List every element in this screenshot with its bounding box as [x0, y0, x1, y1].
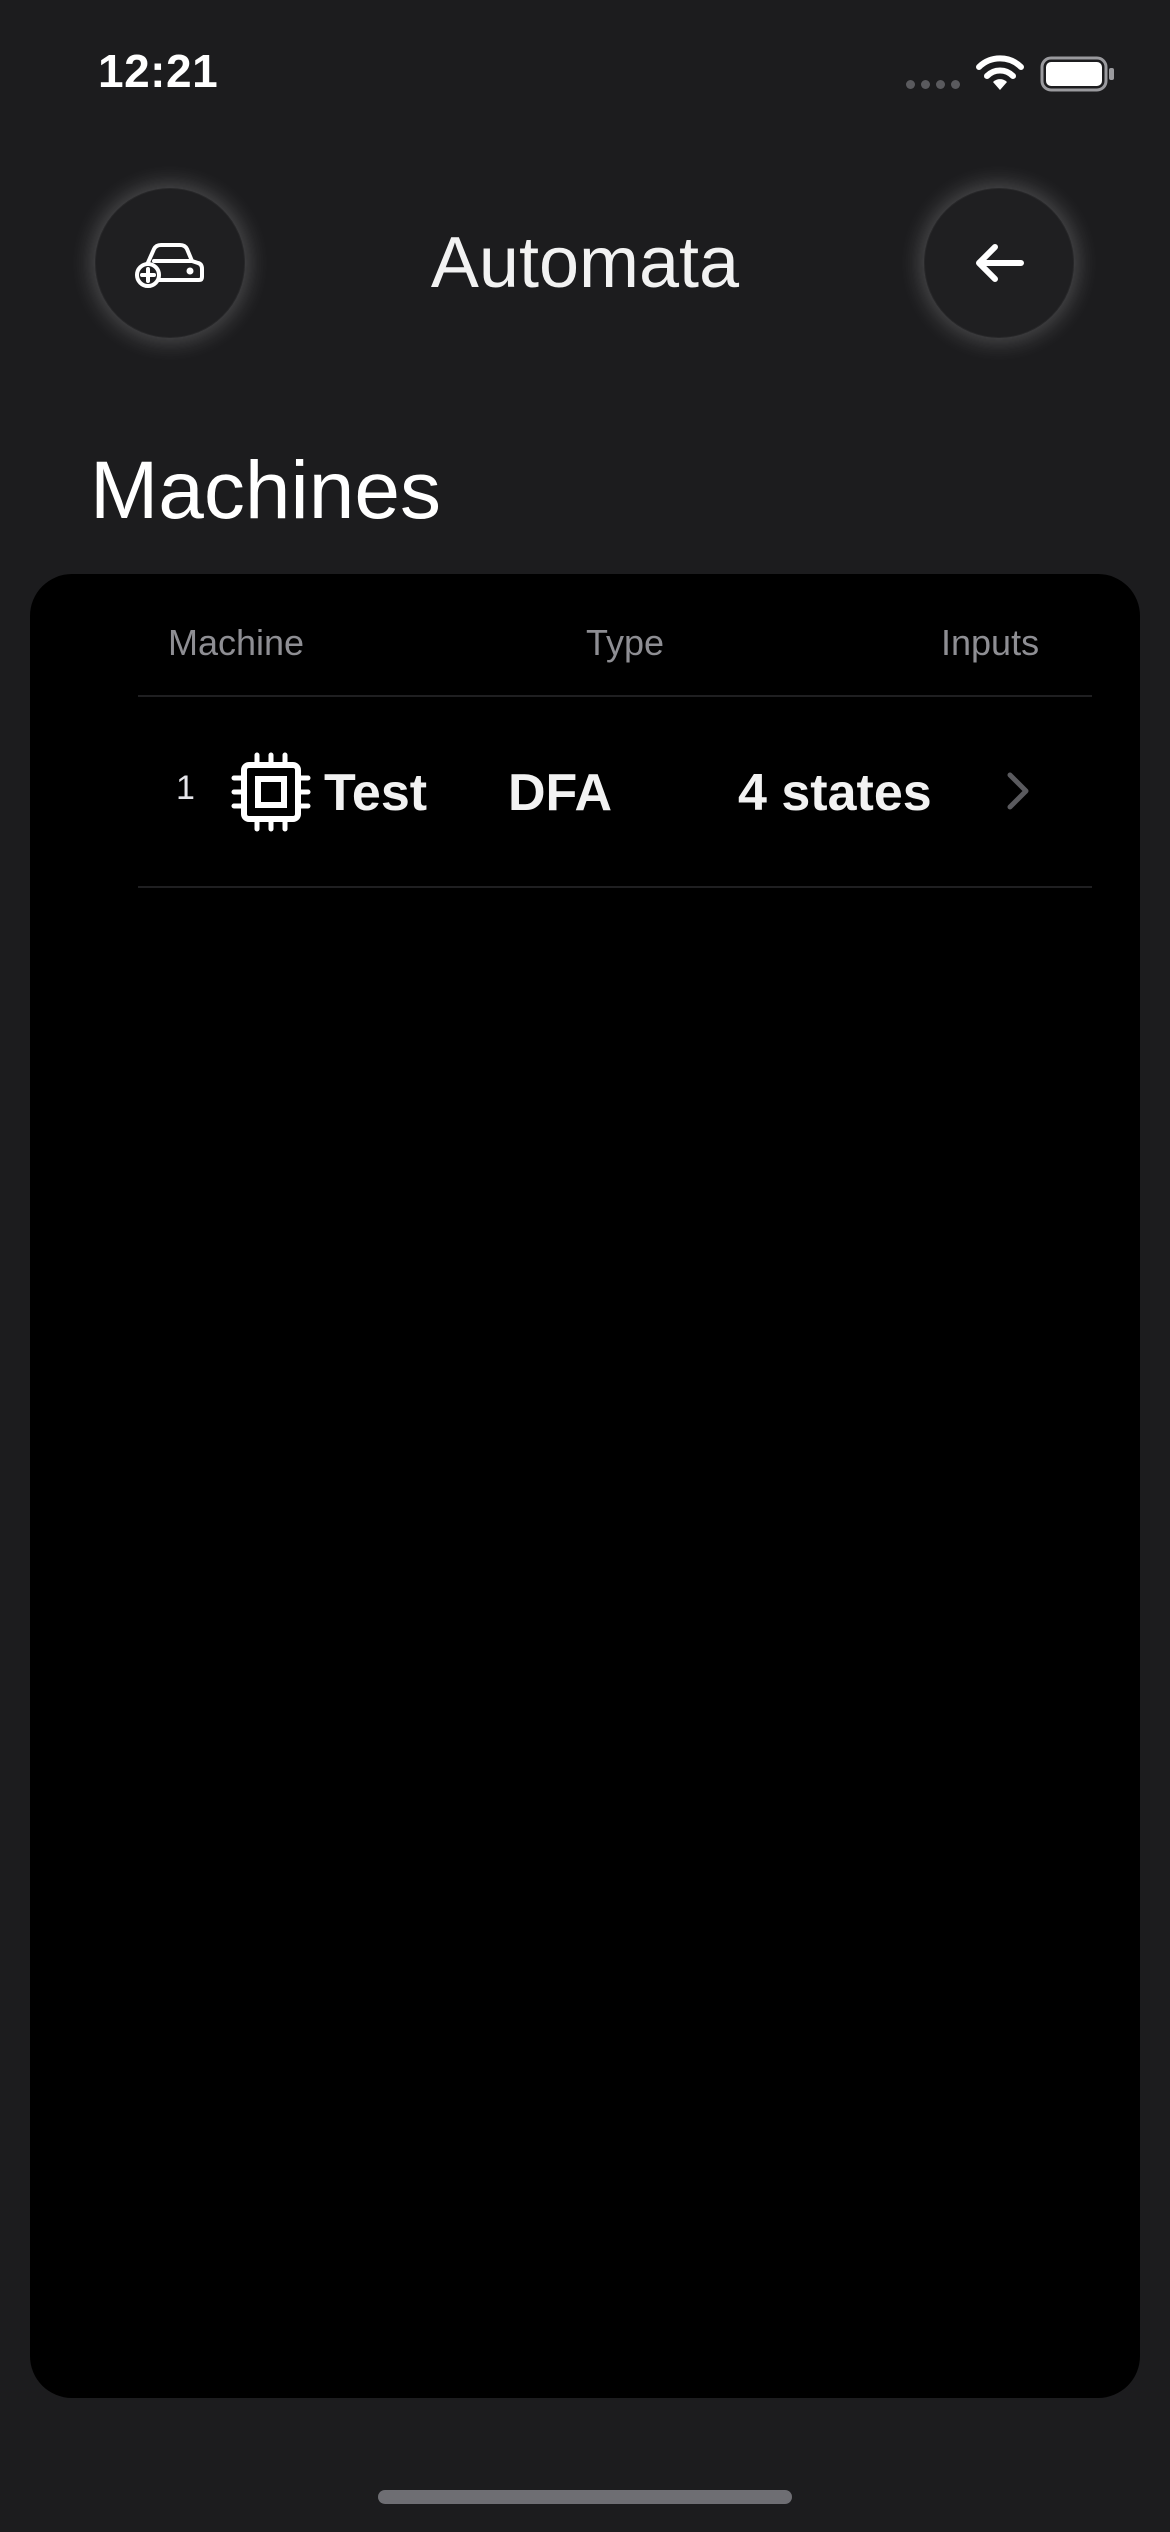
machine-inputs: 4 states	[738, 764, 932, 822]
column-header-inputs: Inputs	[941, 622, 1040, 663]
machine-type: DFA	[508, 764, 612, 822]
arrow-left-icon	[976, 244, 1024, 282]
chevron-right-icon	[1007, 772, 1029, 810]
wifi-icon	[976, 55, 1024, 90]
cpu-chip-icon	[231, 752, 311, 832]
row-index: 1	[176, 769, 195, 807]
table-divider	[138, 886, 1092, 888]
home-indicator[interactable]	[378, 2490, 792, 2504]
column-header-type: Type	[586, 622, 665, 663]
column-header-machine: Machine	[168, 622, 305, 663]
section-title: Machines	[90, 445, 441, 536]
signal-dots-icon	[906, 80, 960, 90]
table-row[interactable]: 1 Test DFA 4 states	[138, 697, 1092, 885]
machine-name: Test	[324, 764, 428, 822]
status-time: 12:21	[98, 45, 219, 97]
battery-icon	[1040, 56, 1114, 92]
back-button[interactable]	[924, 188, 1074, 338]
